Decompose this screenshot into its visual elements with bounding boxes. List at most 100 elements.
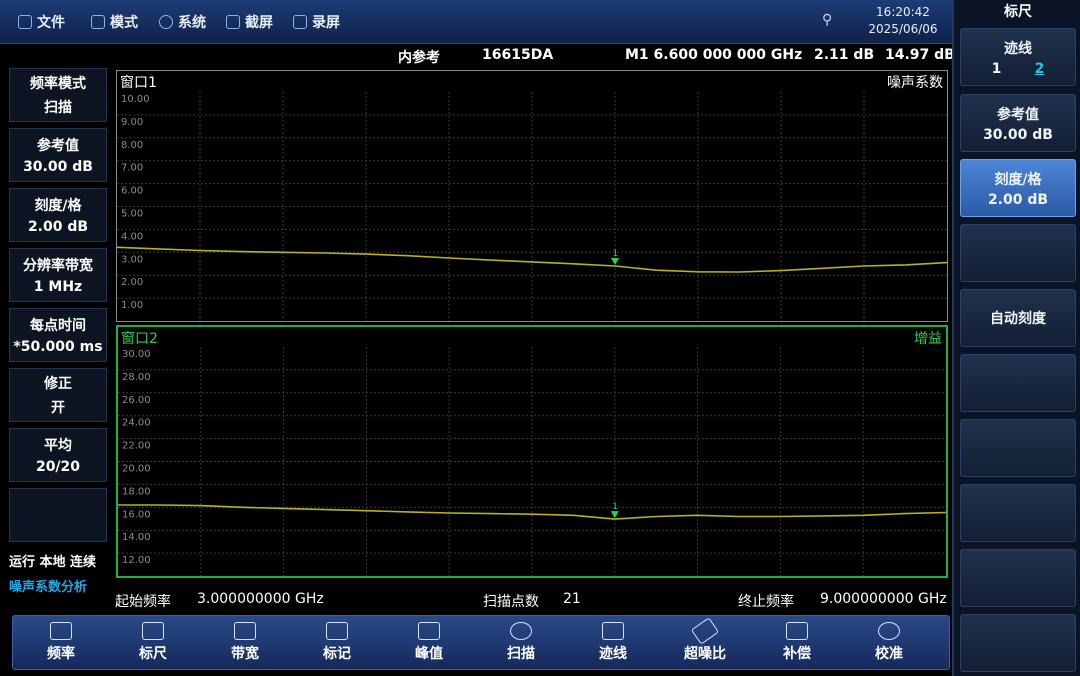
noise-figure-chart: 10.00 9.00 8.00 7.00 6.00 5.00 4.00 3.00 2.00 1.0… xyxy=(117,92,947,321)
param-rbw[interactable]: 分辨率带宽 1 MHz xyxy=(9,248,107,302)
trace-1-option[interactable]: 1 xyxy=(992,61,1002,77)
tool-marker[interactable]: 标记 xyxy=(297,620,377,668)
menu-record[interactable]: 录屏 xyxy=(293,11,340,33)
param-empty xyxy=(9,488,107,542)
softkey-ref-value[interactable]: 参考值 30.00 dB xyxy=(960,94,1076,152)
clock: 16:20:42 2025/06/06 xyxy=(868,5,938,36)
bar-chart-icon xyxy=(142,622,164,640)
softkey-panel: 标尺 迹线 12 参考值 30.00 dB 刻度/格 2.00 dB 自动刻度 xyxy=(952,0,1080,676)
menu-screenshot[interactable]: 截屏 xyxy=(226,11,273,33)
softkey-scale-div[interactable]: 刻度/格 2.00 dB xyxy=(960,159,1076,217)
softkey-empty-5 xyxy=(960,549,1076,607)
gain-y-tick-label: 12.00 xyxy=(122,555,151,566)
softkey-trace[interactable]: 迹线 12 xyxy=(960,28,1076,86)
start-freq-label: 起始频率 xyxy=(115,594,171,610)
menu-mode[interactable]: 模式 xyxy=(91,11,138,33)
window-1-header: 窗口1 噪声系数 xyxy=(117,71,947,91)
top-menu-bar: 文件 模式 系统 截屏 录屏 ⚲ 16:20:42 2025/06/06 xyxy=(0,0,952,44)
nf-y-tick-label: 6.00 xyxy=(121,186,143,197)
window-2-header: 窗口2 增益 xyxy=(118,327,946,347)
window-2[interactable]: 窗口2 增益 30.00 28.00 26.00 24.00 22.00 20.00 18.… xyxy=(116,325,948,578)
camera-icon xyxy=(226,15,240,29)
marker-readout: M1 6.600 000 000 GHz xyxy=(625,47,803,63)
waveform-icon xyxy=(50,622,72,640)
trace-icon xyxy=(602,622,624,640)
trace-2-option[interactable]: 2 xyxy=(1035,61,1045,77)
param-scale-div[interactable]: 刻度/格 2.00 dB xyxy=(9,188,107,242)
nf-y-tick-label: 8.00 xyxy=(121,140,143,151)
nf-y-tick-label: 5.00 xyxy=(121,209,143,220)
gain-y-tick-label: 20.00 xyxy=(122,464,151,475)
param-correction[interactable]: 修正开 xyxy=(9,368,107,422)
gain-y-tick-label: 14.00 xyxy=(122,532,151,543)
stop-freq-label: 终止频率 xyxy=(738,594,794,610)
tool-calibration[interactable]: 校准 xyxy=(849,620,929,668)
start-freq-value: 3.000000000 GHz xyxy=(197,591,324,607)
tool-sweep[interactable]: 扫描 xyxy=(481,620,561,668)
tool-bandwidth[interactable]: 带宽 xyxy=(205,620,285,668)
flag-icon xyxy=(326,622,348,640)
param-freq-mode[interactable]: 频率模式 扫描 xyxy=(9,68,107,122)
noise-source-icon xyxy=(690,617,720,645)
tool-compensation[interactable]: 补偿 xyxy=(757,620,837,668)
softkey-empty-1 xyxy=(960,224,1076,282)
window-2-plot: 30.00 28.00 26.00 24.00 22.00 20.00 18.00 16.00… xyxy=(118,347,946,576)
reference-source: 内参考 xyxy=(398,50,440,66)
window-1-title: 窗口1 xyxy=(120,75,157,91)
nf-marker-label: 1 xyxy=(613,249,619,259)
window-2-title: 窗口2 xyxy=(121,331,158,347)
nf-y-tick-label: 7.00 xyxy=(121,163,143,174)
sweep-points-label: 扫描点数 xyxy=(483,594,539,610)
run-status: 运行 本地 连续 xyxy=(9,555,97,570)
peak-icon xyxy=(418,622,440,640)
tool-frequency[interactable]: 频率 xyxy=(21,620,101,668)
bottom-toolbar: 频率 标尺 带宽 标记 峰值 扫描 迹线 超噪比 补偿 校准 xyxy=(12,615,950,670)
gain-y-tick-label: 30.00 xyxy=(122,349,151,360)
lock-icon[interactable]: ⚲ xyxy=(822,12,840,30)
window-1[interactable]: 窗口1 噪声系数 10.00 9.00 8.00 7.00 6.00 5.00 4.00 3.… xyxy=(116,70,948,322)
nf-y-tick-label: 10.00 xyxy=(121,94,150,105)
gain-y-tick-label: 26.00 xyxy=(122,395,151,406)
gain-y-tick-label: 24.00 xyxy=(122,418,151,429)
gain-y-tick-label: 18.00 xyxy=(122,486,151,497)
nf-marker[interactable] xyxy=(611,258,619,266)
softkey-auto-scale[interactable]: 自动刻度 xyxy=(960,289,1076,347)
sweep-points-value: 21 xyxy=(563,591,581,607)
menu-file[interactable]: 文件 xyxy=(18,11,65,33)
gain-marker[interactable] xyxy=(610,511,619,519)
nf-y-tick-label: 3.00 xyxy=(121,254,143,265)
bandwidth-icon xyxy=(234,622,256,640)
nf-y-tick-label: 4.00 xyxy=(121,231,143,242)
measurement-mode: 噪声系数分析 xyxy=(9,580,88,595)
marker-value-gain: 14.97 dB xyxy=(885,47,955,63)
tool-scale[interactable]: 标尺 xyxy=(113,620,193,668)
model-number: 16615DA xyxy=(482,47,554,63)
window-1-plot: 10.00 9.00 8.00 7.00 6.00 5.00 4.00 3.00 2.00 1.0… xyxy=(117,92,947,321)
window-1-measure: 噪声系数 xyxy=(887,75,943,91)
frequency-line: 起始频率 3.000000000 GHz 扫描点数 21 终止频率 9.0000… xyxy=(110,588,952,610)
marker-value-nf: 2.11 dB xyxy=(814,47,875,63)
gain-y-tick-label: 22.00 xyxy=(122,441,151,452)
tool-enr[interactable]: 超噪比 xyxy=(665,617,745,668)
gain-y-tick-label: 16.00 xyxy=(122,509,151,520)
param-average[interactable]: 平均 20/20 xyxy=(9,428,107,482)
tool-trace[interactable]: 迹线 xyxy=(573,620,653,668)
nf-y-tick-label: 1.00 xyxy=(121,300,143,311)
mode-icon xyxy=(91,15,105,29)
nf-y-tick-label: 2.00 xyxy=(121,277,143,288)
info-line: 内参考 16615DA M1 6.600 000 000 GHz 2.11 dB… xyxy=(110,44,955,66)
sliders-icon xyxy=(786,622,808,640)
tool-peak[interactable]: 峰值 xyxy=(389,620,469,668)
softkey-empty-3 xyxy=(960,419,1076,477)
gain-marker-label: 1 xyxy=(612,502,618,512)
calibration-icon xyxy=(878,622,900,640)
softkey-panel-title: 标尺 xyxy=(1004,4,1032,20)
softkey-empty-4 xyxy=(960,484,1076,542)
file-icon xyxy=(18,15,32,29)
menu-system[interactable]: 系统 xyxy=(159,11,206,33)
param-dwell-time[interactable]: 每点时间 *50.000 ms xyxy=(9,308,107,362)
softkey-empty-6 xyxy=(960,614,1076,672)
param-ref-value[interactable]: 参考值 30.00 dB xyxy=(9,128,107,182)
stop-freq-value: 9.000000000 GHz xyxy=(820,591,947,607)
softkey-empty-2 xyxy=(960,354,1076,412)
